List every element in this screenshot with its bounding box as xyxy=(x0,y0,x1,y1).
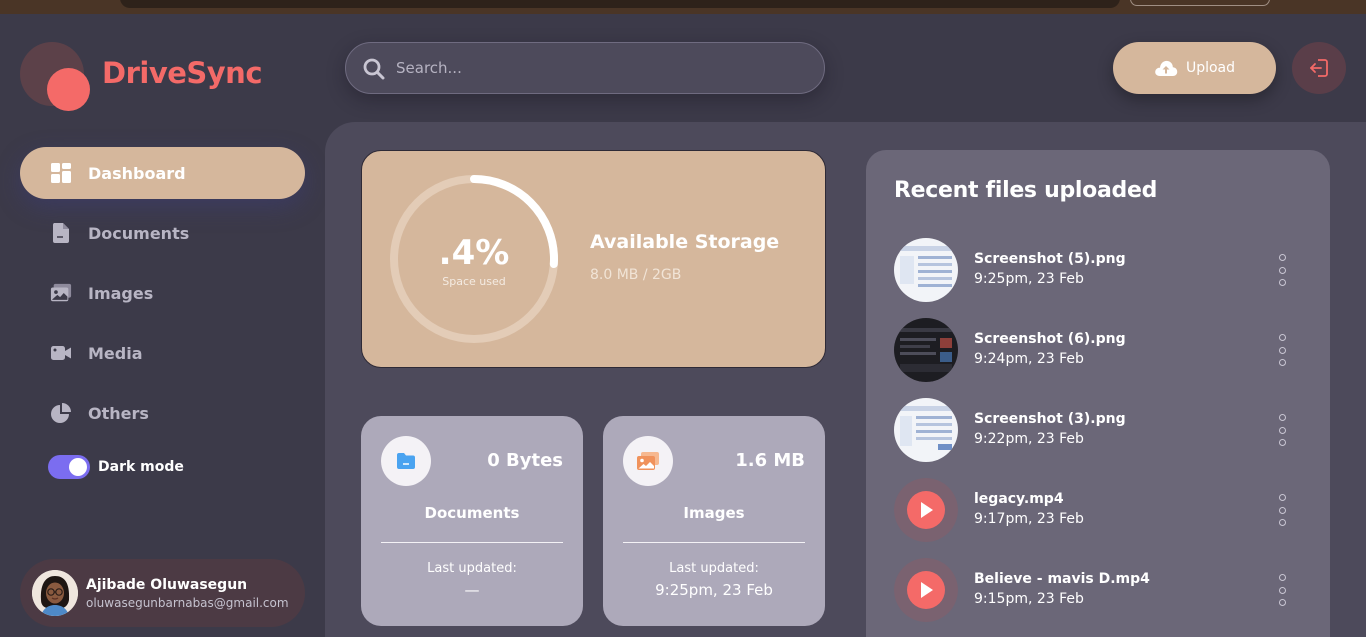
available-storage-title: Available Storage xyxy=(590,231,780,253)
sidebar-item-dashboard[interactable]: Dashboard xyxy=(20,147,305,199)
browser-button-outline xyxy=(1130,0,1270,6)
recent-file-row[interactable]: Believe - mavis D.mp4 9:15pm, 23 Feb xyxy=(894,558,1304,622)
image-icon xyxy=(50,282,72,304)
upload-label: Upload xyxy=(1185,60,1236,76)
search-icon xyxy=(363,58,385,80)
user-email: oluwasegunbarnabas@gmail.com xyxy=(86,595,289,610)
user-profile-card[interactable]: Ajibade Oluwasegun oluwasegunbarnabas@gm… xyxy=(20,559,305,627)
logout-icon xyxy=(1310,59,1328,77)
images-size: 1.6 MB xyxy=(735,450,805,471)
images-summary-card[interactable]: 1.6 MB Images Last updated: 9:25pm, 23 F… xyxy=(603,416,825,626)
divider xyxy=(623,542,805,543)
recent-files-title: Recent files uploaded xyxy=(894,178,1158,203)
file-time: 9:24pm, 23 Feb xyxy=(974,351,1084,367)
documents-updated-value: — xyxy=(464,581,480,599)
more-options-icon[interactable] xyxy=(1276,574,1288,606)
documents-icon-circle xyxy=(381,436,431,486)
recent-file-row[interactable]: Screenshot (5).png 9:25pm, 23 Feb xyxy=(894,238,1304,302)
more-options-icon[interactable] xyxy=(1276,334,1288,366)
images-updated-label: Last updated: xyxy=(669,561,759,576)
file-name: Believe - mavis D.mp4 xyxy=(974,571,1150,587)
storage-percent-caption: Space used xyxy=(442,275,506,288)
upload-button[interactable]: Upload xyxy=(1113,42,1276,94)
file-name: legacy.mp4 xyxy=(974,491,1064,507)
dark-mode-toggle[interactable] xyxy=(48,455,90,479)
divider xyxy=(381,542,563,543)
search-input[interactable] xyxy=(396,55,796,81)
search-bar[interactable] xyxy=(345,42,825,94)
storage-percent: .4% xyxy=(438,233,510,273)
more-options-icon[interactable] xyxy=(1276,414,1288,446)
folder-icon xyxy=(397,453,415,469)
app-name: DriveSync xyxy=(102,56,263,90)
browser-top-strip xyxy=(0,0,1366,14)
sidebar-item-label: Documents xyxy=(88,223,190,243)
sidebar-item-media[interactable]: Media xyxy=(20,327,305,379)
documents-summary-card[interactable]: 0 Bytes Documents Last updated: — xyxy=(361,416,583,626)
file-thumbnail xyxy=(894,478,958,542)
cloud-upload-icon xyxy=(1155,60,1178,76)
file-thumbnail xyxy=(894,558,958,622)
documents-size: 0 Bytes xyxy=(487,450,563,471)
play-icon xyxy=(894,558,958,622)
recent-file-row[interactable]: Screenshot (3).png 9:22pm, 23 Feb xyxy=(894,398,1304,462)
user-name: Ajibade Oluwasegun xyxy=(86,576,248,593)
play-icon xyxy=(894,478,958,542)
file-time: 9:15pm, 23 Feb xyxy=(974,591,1084,607)
images-label: Images xyxy=(683,504,745,522)
dark-mode-label: Dark mode xyxy=(98,459,184,475)
sidebar-item-label: Others xyxy=(88,403,149,423)
logout-button[interactable] xyxy=(1292,42,1346,94)
logo-circle-front xyxy=(47,68,90,111)
file-thumbnail xyxy=(894,318,958,382)
file-name: Screenshot (3).png xyxy=(974,411,1126,427)
sidebar-item-label: Media xyxy=(88,343,143,363)
sidebar-item-others[interactable]: Others xyxy=(20,387,305,439)
toggle-knob xyxy=(69,458,87,476)
browser-address-bar xyxy=(120,0,1120,8)
more-options-icon[interactable] xyxy=(1276,494,1288,526)
app-logo[interactable]: DriveSync xyxy=(20,42,320,112)
file-name: Screenshot (5).png xyxy=(974,251,1126,267)
video-icon xyxy=(50,342,72,364)
dark-mode-toggle-row: Dark mode xyxy=(48,455,184,479)
image-icon xyxy=(637,452,659,470)
sidebar-item-label: Images xyxy=(88,283,154,303)
user-info: Ajibade Oluwasegun oluwasegunbarnabas@gm… xyxy=(86,577,289,610)
sidebar-item-documents[interactable]: Documents xyxy=(20,207,305,259)
file-time: 9:25pm, 23 Feb xyxy=(974,271,1084,287)
more-options-icon[interactable] xyxy=(1276,254,1288,286)
documents-updated-label: Last updated: xyxy=(427,561,517,576)
recent-file-row[interactable]: Screenshot (6).png 9:24pm, 23 Feb xyxy=(894,318,1304,382)
file-time: 9:17pm, 23 Feb xyxy=(974,511,1084,527)
pie-chart-icon xyxy=(50,402,72,424)
images-updated-value: 9:25pm, 23 Feb xyxy=(655,581,773,599)
storage-summary-card: .4% Space used Available Storage 8.0 MB … xyxy=(361,150,826,368)
file-thumbnail xyxy=(894,238,958,302)
file-name: Screenshot (6).png xyxy=(974,331,1126,347)
sidebar-item-images[interactable]: Images xyxy=(20,267,305,319)
dashboard-icon xyxy=(50,162,72,184)
document-icon xyxy=(50,222,72,244)
recent-files-panel: Recent files uploaded Screenshot (5).png… xyxy=(866,150,1330,637)
recent-file-row[interactable]: legacy.mp4 9:17pm, 23 Feb xyxy=(894,478,1304,542)
documents-label: Documents xyxy=(424,504,520,522)
file-thumbnail xyxy=(894,398,958,462)
sidebar-item-label: Dashboard xyxy=(88,163,186,183)
images-icon-circle xyxy=(623,436,673,486)
available-storage-value: 8.0 MB / 2GB xyxy=(590,267,682,283)
avatar xyxy=(32,570,78,616)
file-time: 9:22pm, 23 Feb xyxy=(974,431,1084,447)
